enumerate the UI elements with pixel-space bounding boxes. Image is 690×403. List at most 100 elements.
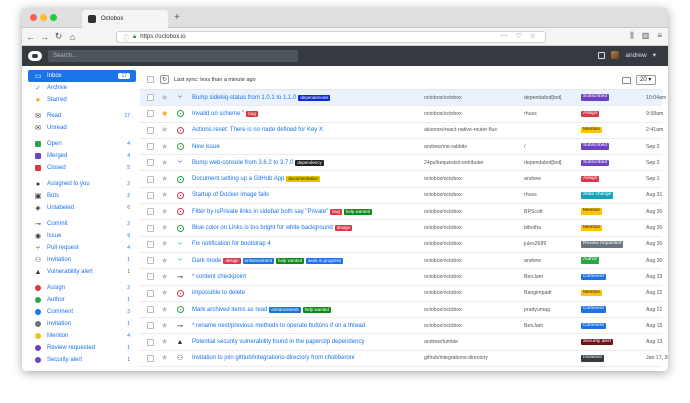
table-row[interactable]: ★ Document setting up a GitHub App documen… [140,171,662,188]
notification-title-text[interactable]: * rename next/previous methods to operat… [192,323,365,329]
sidebar-item-comment[interactable]: Comment 3 [28,306,136,318]
notification-title[interactable]: Filter by isPrivate links in sidebar bot… [192,208,373,215]
star-icon[interactable]: ★ [161,305,169,314]
repository-name[interactable]: andrew/tumble [424,339,458,345]
keyboard-icon[interactable] [622,76,631,84]
sidebar-item-security-alert[interactable]: Security alert 1 [28,354,136,366]
notification-title-text[interactable]: Dark mode [192,258,221,264]
row-checkbox[interactable] [147,208,154,216]
row-checkbox[interactable] [147,322,154,330]
reason-badge[interactable]: Mention [581,126,603,134]
row-checkbox[interactable] [147,126,154,134]
search-input[interactable]: Search... [48,50,298,62]
sidebar-item-review-requested[interactable]: Review requested 1 [28,342,136,354]
row-checkbox[interactable] [147,224,154,232]
table-row[interactable]: ★ Invalid uri scheme '' bug octobox/octobo… [140,106,663,123]
row-checkbox[interactable] [147,159,154,167]
repository-name[interactable]: octobox/octobox [424,209,462,215]
table-row[interactable]: ★ ⊸ * rename next/previous methods to oper… [140,318,662,335]
row-checkbox[interactable] [147,110,154,118]
reason-badge[interactable]: Subscribed [581,143,609,150]
reason-badge[interactable]: Security alert [581,338,613,346]
notification-title-text[interactable]: Bump web-console from 3.6.2 to 3.7.0 [192,160,293,166]
table-row[interactable]: ★ Startup of Docker image fails octobox/oc… [140,188,662,205]
star-icon[interactable]: ★ [161,175,169,183]
notification-title[interactable]: Mark archived items as read enhancement he… [192,306,331,313]
sidebar-item-invitation[interactable]: Invitation 1 [28,318,136,330]
sidebar-item-assigned-to-you[interactable]: ● Assigned to you 2 [28,178,136,190]
notification-title-text[interactable]: Document setting up a GitHub App [192,176,284,182]
repository-name[interactable]: octobox/octobox [424,176,462,182]
home-icon[interactable]: ⌂ [67,32,78,42]
reason-badge[interactable]: State change [581,192,614,199]
select-all-checkbox[interactable] [147,76,154,83]
repository-name[interactable]: octobox/octobox [424,274,462,280]
table-row[interactable]: ★ ⑂ Fix notification for bootstrap 4 octobo… [140,237,662,253]
sidebar-item-starred[interactable]: ★ Starred [28,94,136,106]
table-row[interactable]: ★ Actions.reset: There is no route define… [140,123,663,139]
sidebar-item-read[interactable]: ✉ Read 17 [28,110,136,122]
chevron-down-icon[interactable]: ▾ [653,51,656,59]
gift-icon[interactable] [598,51,606,59]
star-icon[interactable]: ★ [161,191,169,199]
table-row[interactable]: ★ Blue color on Links is too bright for w… [140,220,662,237]
repository-name[interactable]: octobox/octobox [424,258,462,264]
maximize-window-button[interactable] [50,14,57,21]
sidebar-item-assign[interactable]: Assign 2 [28,282,136,294]
table-row[interactable]: ★ ⑂ Bump sidekiq-status from 1.0.1 to 1.1.… [140,90,666,107]
sidebar-item-issue[interactable]: ◉ Issue 9 [28,230,136,242]
repository-name[interactable]: 24pullrequests/contributer [424,160,484,166]
notification-title[interactable]: New issue [192,144,220,150]
library-icon[interactable]: ⫼ [630,31,634,41]
repository-name[interactable]: aksonov/react-native-router-flux [424,127,497,133]
reason-badge[interactable]: Subscribed [581,94,609,101]
row-checkbox[interactable] [147,240,154,248]
row-checkbox[interactable] [147,338,154,346]
notification-title-text[interactable]: Bump sidekiq-status from 1.0.1 to 1.1.0 [192,95,296,101]
notification-title-text[interactable]: * content checkpoint [192,274,246,280]
table-row[interactable]: ★ ⚇ Invitation to join github/integrations… [140,351,668,368]
star-icon[interactable]: ★ [161,126,169,134]
notification-title-text[interactable]: Actions.reset: There is no route defined… [192,127,323,133]
row-checkbox[interactable] [147,273,154,281]
sidebar-item-unread[interactable]: ✉ Unread [28,122,136,134]
notification-title[interactable]: Fix notification for bootstrap 4 [192,241,271,247]
star-icon[interactable]: ★ [161,354,169,362]
close-window-button[interactable] [30,14,37,21]
notification-title-text[interactable]: Filter by isPrivate links in sidebar bot… [192,209,328,215]
sidebar-item-open[interactable]: Open 4 [28,138,136,150]
sidebar-item-invitation[interactable]: ⚇ Invitation 1 [28,254,136,266]
table-row[interactable]: ★ ⑂ Dark mode design enhancement help wanted w… [140,253,662,270]
sidebar-item-merged[interactable]: Merged 4 [28,150,136,162]
sidebar-item-mention[interactable]: Mention 4 [28,330,136,342]
sidebar-toggle-icon[interactable]: ▥ [642,31,650,41]
row-checkbox[interactable] [147,306,154,313]
notification-title[interactable]: Document setting up a GitHub App document… [192,176,320,183]
avatar[interactable] [611,51,620,59]
info-icon[interactable]: ⓘ [123,33,129,42]
table-row[interactable]: ★ ▲ Potential security vulnerability found… [140,334,662,351]
row-checkbox[interactable] [147,289,154,297]
reason-badge[interactable]: Comment [581,273,606,281]
page-actions-icon[interactable]: ⋯ ♡ ☆ [501,32,539,40]
star-icon[interactable]: ★ [161,256,169,265]
notification-title-text[interactable]: Startup of Docker image fails [192,192,269,198]
table-row[interactable]: ★ Filter by isPrivate links in sidebar bo… [140,204,662,221]
notification-title[interactable]: Blue color on Links is too bright for wh… [192,225,353,232]
reason-badge[interactable]: Mention [581,224,603,232]
table-row[interactable]: ★ impossible to delete octobox/octobox Bang… [140,286,662,302]
repository-name[interactable]: github/integrations-directory [424,355,488,361]
repository-name[interactable]: octobox/octobox [424,95,462,101]
notification-title-text[interactable]: Blue color on Links is too bright for wh… [192,225,333,231]
sidebar-item-author[interactable]: Author 1 [28,294,136,306]
repository-name[interactable]: octobox/octobox [424,323,462,329]
browser-tab-octobox[interactable]: Octobox [82,10,168,28]
reason-badge[interactable]: Comment [581,306,606,313]
star-icon[interactable]: ★ [161,272,169,281]
sidebar-item-pull-request[interactable]: ⑂ Pull request 4 [28,242,136,254]
reason-badge[interactable]: Author [581,257,600,264]
notification-title[interactable]: Bump sidekiq-status from 1.0.1 to 1.1.0 d… [192,94,331,101]
repository-name[interactable]: andrew/me-rabbits [424,144,467,150]
sidebar-item-unlabeled[interactable]: ◈ Unlabeled 6 [28,202,136,214]
username[interactable]: andrew [625,52,646,59]
